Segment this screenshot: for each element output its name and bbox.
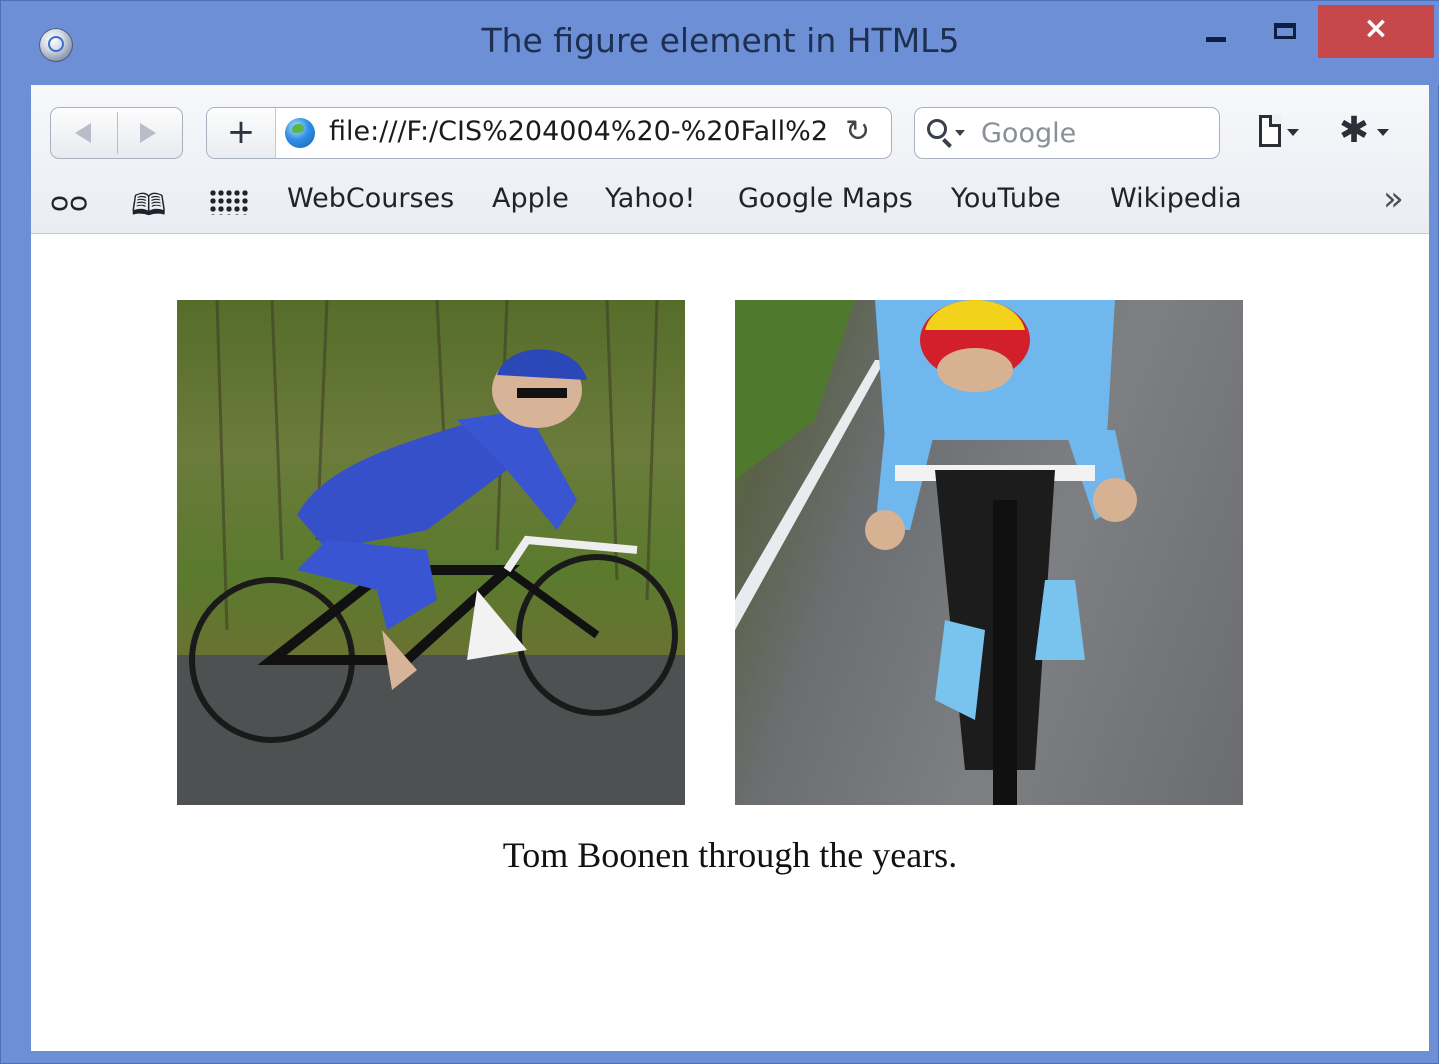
add-bookmark-button[interactable]: + bbox=[207, 108, 276, 158]
minimize-button[interactable] bbox=[1194, 5, 1240, 59]
forward-arrow-icon bbox=[140, 123, 156, 143]
reload-icon[interactable]: ↻ bbox=[845, 114, 870, 149]
gear-dropdown-icon[interactable] bbox=[1377, 129, 1389, 136]
cyclist-photo-2 bbox=[735, 300, 1243, 805]
bookmark-google-maps[interactable]: Google Maps bbox=[738, 183, 913, 214]
globe-icon bbox=[285, 118, 315, 148]
nav-buttons bbox=[50, 107, 183, 159]
bookmark-wikipedia[interactable]: Wikipedia bbox=[1110, 183, 1242, 214]
back-arrow-icon bbox=[75, 123, 91, 143]
search-icon[interactable] bbox=[927, 119, 947, 139]
bookmark-youtube[interactable]: YouTube bbox=[951, 183, 1061, 214]
bookmark-yahoo[interactable]: Yahoo! bbox=[605, 183, 695, 214]
back-button[interactable] bbox=[51, 108, 117, 158]
browser-window: The figure element in HTML5 × + file:///… bbox=[0, 0, 1439, 1064]
bookmarks-bar: ᴑᴑ 🕮 WebCourses Apple Yahoo! Google Maps… bbox=[31, 177, 1429, 223]
bookmark-apple[interactable]: Apple bbox=[492, 183, 569, 214]
figure-caption: Tom Boonen through the years. bbox=[502, 835, 958, 875]
top-sites-grid-icon[interactable] bbox=[209, 189, 249, 215]
more-bookmarks-icon[interactable]: » bbox=[1383, 179, 1404, 219]
page-menu-dropdown-icon[interactable] bbox=[1287, 129, 1299, 136]
browser-toolbar: + file:///F:/CIS%204004%20-%20Fall%20 ↻ … bbox=[31, 85, 1429, 234]
close-button[interactable]: × bbox=[1318, 5, 1434, 58]
title-bar: The figure element in HTML5 × bbox=[1, 1, 1439, 85]
gear-icon[interactable]: ✱ bbox=[1337, 113, 1371, 149]
search-dropdown-icon[interactable] bbox=[955, 130, 965, 136]
page-menu-icon[interactable] bbox=[1259, 115, 1281, 147]
bookmarks-book-icon[interactable]: 🕮 bbox=[131, 183, 166, 234]
cyclist-photo-1 bbox=[177, 300, 685, 805]
cyclist-photo-2-illustration bbox=[735, 300, 1137, 805]
reading-list-icon[interactable]: ᴑᴑ bbox=[50, 185, 88, 218]
page-content: Tom Boonen through the years. bbox=[31, 234, 1429, 1051]
search-box[interactable] bbox=[914, 107, 1220, 159]
cyclist-photo-1-illustration bbox=[177, 300, 685, 805]
address-bar[interactable]: + file:///F:/CIS%204004%20-%20Fall%20 ↻ bbox=[206, 107, 892, 159]
bookmark-webcourses[interactable]: WebCourses bbox=[287, 183, 454, 214]
forward-button[interactable] bbox=[118, 108, 184, 158]
maximize-button[interactable] bbox=[1263, 5, 1309, 59]
close-icon: × bbox=[1363, 11, 1389, 46]
url-text[interactable]: file:///F:/CIS%204004%20-%20Fall%20 bbox=[329, 116, 829, 147]
search-input[interactable] bbox=[981, 118, 1201, 149]
